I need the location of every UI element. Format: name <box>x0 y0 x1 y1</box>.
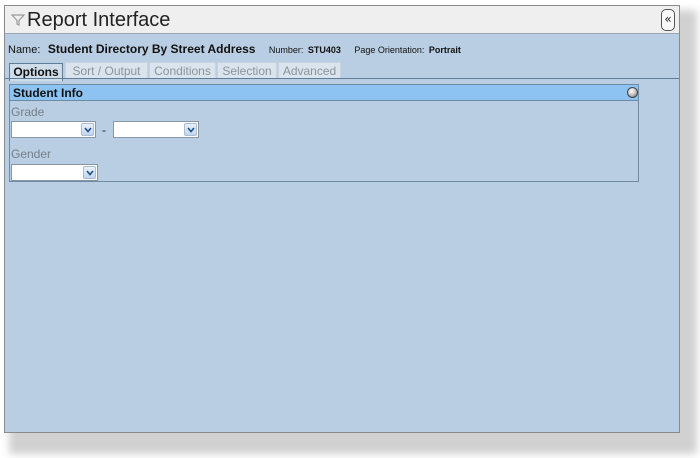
collapse-toggle-icon[interactable] <box>627 87 638 98</box>
collapse-panel-button[interactable]: « <box>661 9 675 31</box>
chevron-down-icon[interactable] <box>83 166 96 179</box>
grade-label: Grade <box>11 105 45 119</box>
page-orientation-value: Portrait <box>428 45 461 55</box>
grade-range-separator: - <box>102 123 106 137</box>
report-info: Name: Student Directory By Street Addres… <box>8 40 461 56</box>
tab-divider <box>5 78 679 79</box>
page-orientation-label: Page Orientation: <box>354 45 425 55</box>
gender-select[interactable] <box>11 164 98 181</box>
tab-sort-output[interactable]: Sort / Output <box>65 62 148 79</box>
tab-selection[interactable]: Selection <box>217 62 277 79</box>
report-name-value: Student Directory By Street Address <box>47 42 256 56</box>
report-number-label: Number: <box>268 45 304 55</box>
grade-to-select[interactable] <box>113 121 199 138</box>
tab-advanced[interactable]: Advanced <box>278 62 341 79</box>
filter-icon <box>10 13 26 27</box>
grade-from-select[interactable] <box>11 121 96 138</box>
report-number-value: STU403 <box>307 45 341 55</box>
gender-label: Gender <box>11 147 52 161</box>
panel-title: Student Info <box>13 86 83 100</box>
tab-conditions[interactable]: Conditions <box>149 62 216 79</box>
double-chevron-left-icon: « <box>664 12 672 26</box>
report-interface-window: Report Interface « Name: Student Directo… <box>4 5 680 433</box>
title-bar: Report Interface « <box>5 6 679 34</box>
window-title: Report Interface <box>27 9 171 31</box>
chevron-down-icon[interactable] <box>184 123 197 136</box>
panel-header[interactable]: Student Info <box>10 85 638 101</box>
report-name-label: Name: <box>8 44 41 56</box>
student-info-panel: Student Info Grade - Gender <box>9 84 639 182</box>
chevron-down-icon[interactable] <box>81 123 94 136</box>
